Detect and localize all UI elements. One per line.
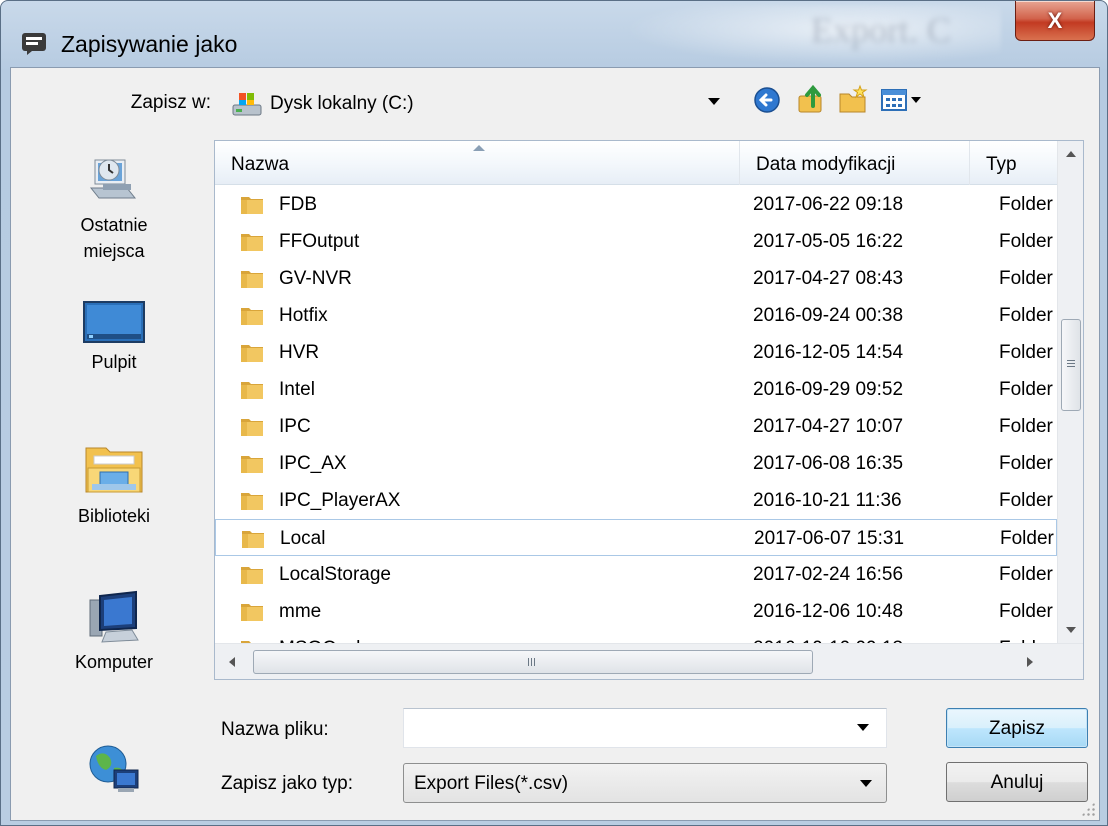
file-name: IPC_PlayerAX [279,490,401,511]
file-date: 2016-09-24 00:38 [753,305,904,326]
filename-label: Nazwa pliku: [221,719,329,740]
dialog-app-icon [22,33,46,55]
file-date: 2016-09-29 09:52 [753,379,904,400]
place-network[interactable] [19,740,209,802]
file-row[interactable]: HVR 2016-12-05 14:54 Folder [215,334,1057,371]
back-icon[interactable] [751,84,783,116]
column-date-header[interactable]: Data modyfikacji [739,141,969,185]
vertical-scrollbar[interactable] [1057,141,1083,643]
file-name: IPC [279,416,311,437]
column-name-header[interactable]: Nazwa [215,141,739,185]
file-row[interactable]: Intel 2016-09-29 09:52 Folder [215,371,1057,408]
background-window-title: Export. C [811,10,951,50]
file-name: Intel [279,379,315,400]
scroll-right-icon[interactable] [1027,657,1033,667]
cancel-button[interactable]: Anuluj [946,762,1088,802]
file-date: 2016-12-06 10:48 [753,601,904,622]
place-label-desktop: Pulpit [91,352,137,372]
file-row[interactable]: mme 2016-12-06 10:48 Folder [215,593,1057,630]
column-type-header[interactable]: Typ [969,141,1069,185]
file-name: Hotfix [279,305,328,326]
horizontal-scroll-thumb[interactable] [253,650,813,674]
file-name: FFOutput [279,231,360,252]
file-date: 2017-06-08 16:35 [753,453,904,474]
place-recent[interactable]: Ostatnie miejsca [19,154,209,264]
file-name: Local [280,528,326,549]
save-button[interactable]: Zapisz [946,708,1088,748]
file-date: 2017-04-27 08:43 [753,268,904,289]
place-libraries[interactable]: Biblioteki [19,440,209,527]
close-button[interactable]: X [1015,1,1095,41]
file-name: HVR [279,342,320,363]
place-label-computer: Komputer [74,652,154,672]
file-name: FDB [279,194,317,215]
chevron-down-icon[interactable] [860,780,872,787]
filename-input[interactable] [403,708,887,748]
horizontal-scrollbar[interactable] [215,643,1083,679]
filetype-dropdown[interactable]: Export Files(*.csv) [403,763,887,803]
save-in-dropdown[interactable]: Dysk lokalny (C:) [220,80,730,128]
file-row[interactable]: IPC_AX 2017-06-08 16:35 Folder [215,445,1057,482]
file-name: IPC_AX [279,453,347,474]
place-computer[interactable]: Komputer [19,590,209,673]
desktop-icon [83,301,145,343]
file-name: mme [279,601,322,622]
title-bar[interactable]: Export. C Zapisywanie jako X [1,1,1107,67]
dialog-title: Zapisywanie jako [61,31,238,57]
sort-ascending-icon [473,145,485,151]
file-name: LocalStorage [279,564,391,585]
network-icon [89,745,139,792]
save-in-label: Zapisz w: [130,92,211,113]
file-date: 2017-05-05 16:22 [753,231,904,252]
file-date: 2017-06-07 15:31 [754,528,905,549]
scroll-up-icon[interactable] [1066,151,1076,157]
libraries-icon [85,447,143,493]
file-date: 2016-10-21 11:36 [753,490,902,511]
recent-places-icon [89,159,137,199]
view-menu-icon[interactable] [879,84,925,116]
place-label-libraries: Biblioteki [77,506,151,526]
column-name-label: Nazwa [231,154,290,175]
filetype-value: Export Files(*.csv) [414,773,569,794]
column-header: Nazwa Data modyfikacji Typ [215,141,1057,185]
file-date: 2017-04-27 10:07 [753,416,904,437]
place-desktop[interactable]: Pulpit [19,298,209,373]
computer-icon [89,590,139,643]
column-type-label: Typ [986,154,1017,175]
vertical-scroll-thumb[interactable] [1061,319,1081,411]
dialog-body: Zapisz w: Dysk lokalny (C:) Ostatnie mie… [10,67,1100,821]
background-window-ghost: Export. C [621,5,1001,65]
file-row[interactable]: FDB 2017-06-22 09:18 Folder [215,186,1057,223]
up-folder-icon[interactable] [795,84,827,116]
filename-history-chevron-icon[interactable] [857,724,869,731]
file-date: 2016-12-05 14:54 [753,342,904,363]
file-list[interactable]: Nazwa Data modyfikacji Typ FDB 2017-06-22… [214,140,1084,680]
file-row[interactable]: Local 2017-06-07 15:31 Folder [215,519,1057,556]
file-row[interactable]: LocalStorage 2017-02-24 16:56 Folder [215,556,1057,593]
resize-grip[interactable] [1081,802,1095,816]
column-date-label: Data modyfikacji [756,154,896,175]
file-date: 2017-06-22 09:18 [753,194,904,215]
file-row[interactable]: Hotfix 2016-09-24 00:38 Folder [215,297,1057,334]
file-row[interactable]: IPC_PlayerAX 2016-10-21 11:36 Folder [215,482,1057,519]
close-icon: X [1047,7,1063,33]
places-bar: Ostatnie miejsca Pulpit Biblioteki Kompu… [19,140,209,820]
filetype-label: Zapisz jako typ: [221,773,353,794]
file-row[interactable]: FFOutput 2017-05-05 16:22 Folder [215,223,1057,260]
local-disk-icon [232,93,262,116]
place-label-recent: Ostatnie miejsca [80,215,148,261]
file-date: 2017-02-24 16:56 [753,564,904,585]
file-name: GV-NVR [279,268,352,289]
file-rows: FDB 2017-06-22 09:18 Folder FFOutput 2017-05… [215,186,1057,667]
new-folder-icon[interactable] [837,84,869,116]
save-in-value: Dysk lokalny (C:) [270,93,414,114]
save-as-dialog: Export. C Zapisywanie jako X Zapisz w: D… [0,0,1108,826]
scroll-left-icon[interactable] [229,657,235,667]
file-row[interactable]: IPC 2017-04-27 10:07 Folder [215,408,1057,445]
chevron-down-icon[interactable] [708,98,720,105]
scroll-down-icon[interactable] [1066,627,1076,633]
file-row[interactable]: GV-NVR 2017-04-27 08:43 Folder [215,260,1057,297]
